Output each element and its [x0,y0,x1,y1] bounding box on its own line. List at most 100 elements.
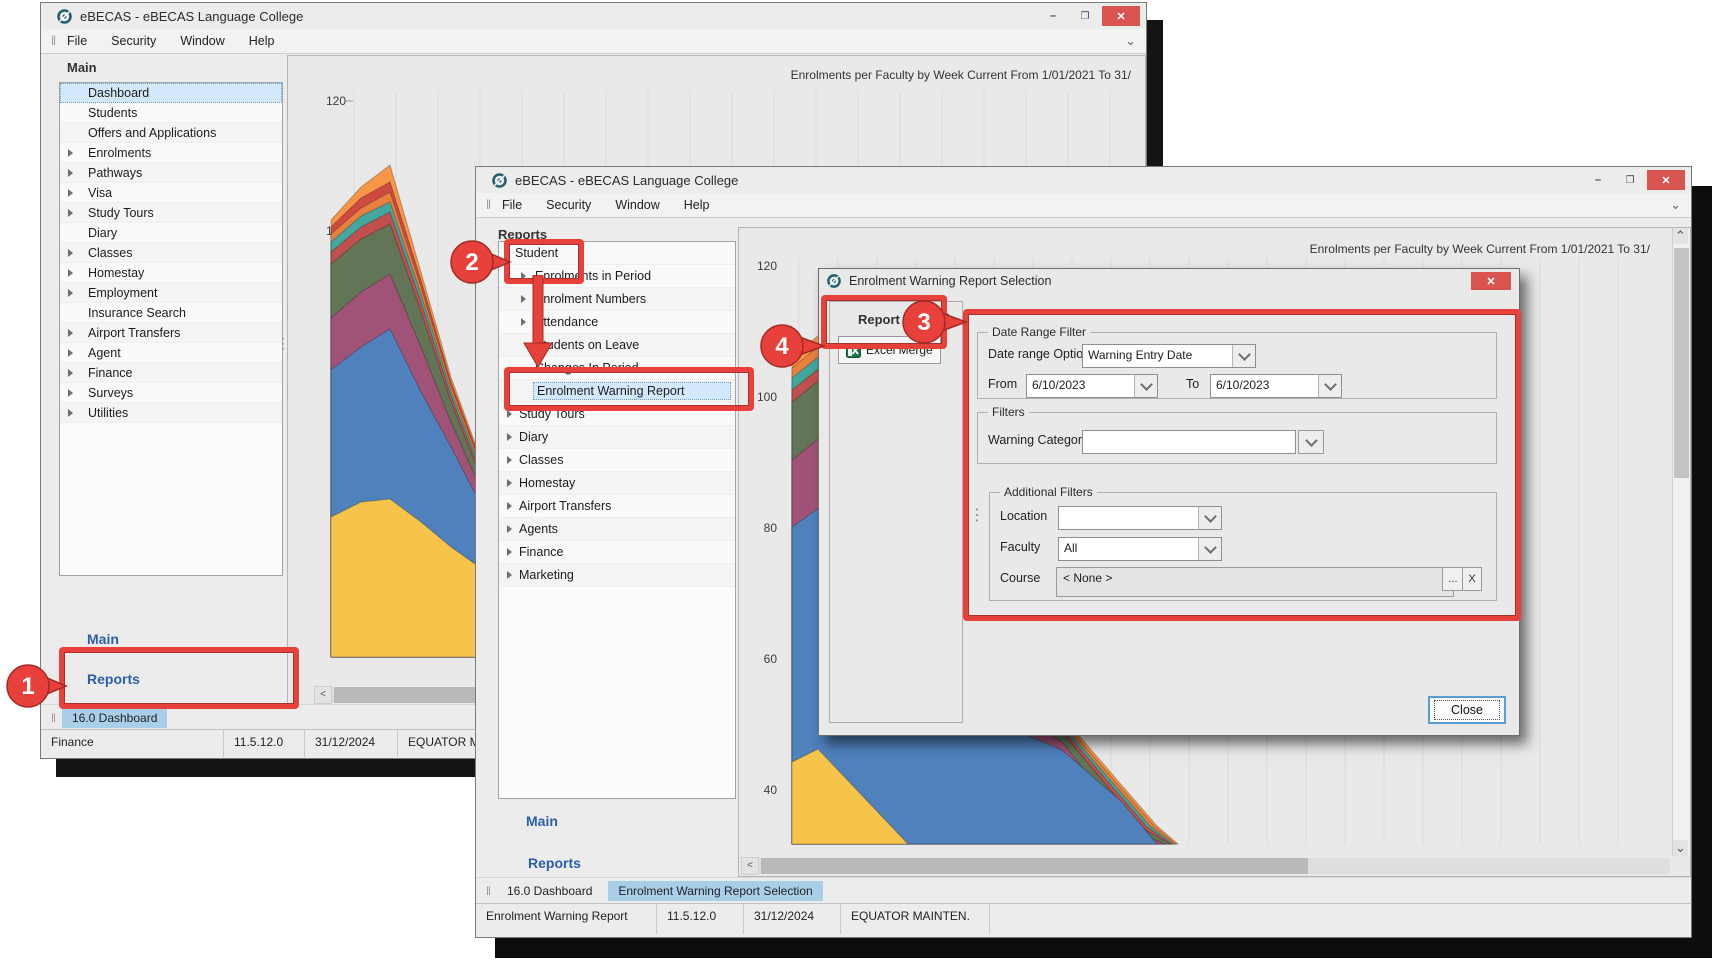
menu-window[interactable]: Window [615,198,659,212]
sidebar-item-pathways[interactable]: Pathways [60,163,282,183]
minimize-button[interactable] [1038,6,1068,26]
scroll-up-icon [1675,228,1686,244]
menu-help[interactable]: Help [249,34,275,48]
menu-grip-icon [51,34,56,48]
annotation-box-warning-report [504,367,754,411]
window-title: eBECAS - eBECAS Language College [80,9,303,24]
expand-arrow-icon[interactable] [507,410,512,418]
annotation-box-filters [963,309,1521,621]
expand-arrow-icon[interactable] [68,169,73,177]
scroll-left-button[interactable] [314,686,332,704]
menu-security[interactable]: Security [546,198,591,212]
menu-security[interactable]: Security [111,34,156,48]
callout-1-number: 1 [21,673,34,700]
sidebar-item-enrolments[interactable]: Enrolments [60,143,282,163]
expand-arrow-icon[interactable] [507,525,512,533]
expand-arrow-icon[interactable] [68,329,73,337]
chart-vscrollbar[interactable] [1672,228,1690,856]
sidebar-item-classes[interactable]: Classes [60,243,282,263]
expand-arrow-icon[interactable] [68,409,73,417]
sidebar-item-utilities[interactable]: Utilities [60,403,282,423]
scroll-track[interactable] [759,858,1670,874]
app-icon [492,173,507,188]
maximize-button[interactable] [1070,6,1100,26]
expand-arrow-icon[interactable] [68,349,73,357]
dialog-close-button[interactable] [1471,272,1511,290]
scroll-down-icon [1675,840,1686,856]
close-icon [1486,275,1495,288]
scroll-thumb[interactable] [761,858,1308,874]
status-date: 31/12/2024 [305,730,398,757]
expand-arrow-icon[interactable] [507,456,512,464]
tree-item-airport-transfers[interactable]: Airport Transfers [499,495,735,518]
sidebar-item-diary[interactable]: Diary [60,223,282,243]
menu-help[interactable]: Help [684,198,710,212]
sidebar-item-offers-applications[interactable]: Offers and Applications [60,123,282,143]
tree-item-homestay[interactable]: Homestay [499,472,735,495]
scroll-up-button[interactable] [1673,228,1688,244]
sidebar-item-airport-transfers[interactable]: Airport Transfers [60,323,282,343]
app-icon [827,274,841,288]
expand-arrow-icon[interactable] [507,548,512,556]
callout-3: 3 [900,298,968,346]
expand-arrow-icon[interactable] [68,369,73,377]
callout-1: 1 [4,662,72,710]
expand-arrow-icon[interactable] [507,502,512,510]
expand-arrow-icon[interactable] [507,433,512,441]
callout-4-number: 4 [775,333,789,360]
front-tabbar: 16.0 Dashboard Enrolment Warning Report … [476,877,1691,903]
sidebar-item-surveys[interactable]: Surveys [60,383,282,403]
chart-hscrollbar[interactable] [741,857,1670,874]
expand-arrow-icon[interactable] [507,479,512,487]
expand-arrow-icon[interactable] [68,289,73,297]
expand-arrow-icon[interactable] [68,189,73,197]
menu-overflow-icon[interactable] [1670,197,1681,213]
nav-section-main[interactable]: Main [87,631,119,647]
close-label: Close [1435,701,1499,719]
sidebar-item-finance[interactable]: Finance [60,363,282,383]
sidebar-item-study-tours[interactable]: Study Tours [60,203,282,223]
sidebar-item-insurance-search[interactable]: Insurance Search [60,303,282,323]
minimize-button[interactable] [1583,170,1613,190]
expand-arrow-icon[interactable] [68,249,73,257]
menu-file[interactable]: File [67,34,87,48]
annotation-box-reports [59,647,299,709]
tree-item-finance[interactable]: Finance [499,541,735,564]
tree-item-classes[interactable]: Classes [499,449,735,472]
sidebar-item-agent[interactable]: Agent [60,343,282,363]
maximize-icon [1081,10,1090,22]
sidebar-item-visa[interactable]: Visa [60,183,282,203]
nav-section-reports[interactable]: Reports [528,855,581,871]
scroll-left-button[interactable] [741,857,759,875]
close-dialog-button[interactable]: Close [1428,696,1506,724]
tab-grip-icon [51,711,56,725]
tab-dashboard[interactable]: 16.0 Dashboard [62,708,167,728]
sidebar-item-employment[interactable]: Employment [60,283,282,303]
tab-dashboard[interactable]: 16.0 Dashboard [497,881,602,901]
menu-window[interactable]: Window [180,34,224,48]
sidebar-item-dashboard[interactable]: Dashboard [60,83,282,103]
close-button[interactable] [1102,6,1140,26]
tree-item-diary[interactable]: Diary [499,426,735,449]
maximize-icon [1626,174,1635,186]
status-db: EQUATOR MAINTEN. [841,904,990,934]
tab-enrolment-warning[interactable]: Enrolment Warning Report Selection [608,881,822,901]
scroll-down-button[interactable] [1673,840,1688,856]
tree-item-marketing[interactable]: Marketing [499,564,735,587]
sidebar-item-homestay[interactable]: Homestay [60,263,282,283]
scroll-thumb[interactable] [1674,248,1689,478]
menu-overflow-icon[interactable] [1125,33,1136,49]
expand-arrow-icon[interactable] [68,149,73,157]
scroll-left-icon [747,860,753,871]
sidebar-item-students[interactable]: Students [60,103,282,123]
callout-2-number: 2 [465,249,478,276]
maximize-button[interactable] [1615,170,1645,190]
expand-arrow-icon[interactable] [68,269,73,277]
tree-item-agents[interactable]: Agents [499,518,735,541]
expand-arrow-icon[interactable] [507,571,512,579]
menu-file[interactable]: File [502,198,522,212]
close-button[interactable] [1647,170,1685,190]
nav-section-main[interactable]: Main [526,813,558,829]
expand-arrow-icon[interactable] [68,209,73,217]
expand-arrow-icon[interactable] [68,389,73,397]
